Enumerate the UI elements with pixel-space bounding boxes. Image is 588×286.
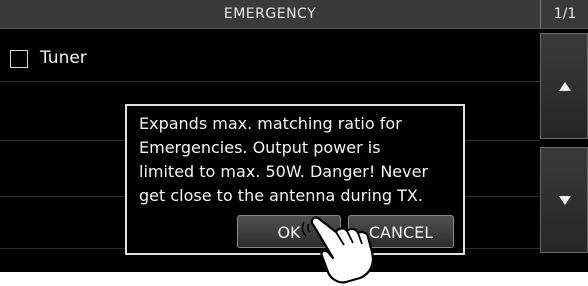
dialog-message: Expands max. matching ratio for Emergenc… xyxy=(139,112,457,208)
dialog-message-line: get close to the antenna during TX. xyxy=(139,186,423,205)
title-bar: EMERGENCY 1/1 xyxy=(0,0,588,29)
tuner-checkbox[interactable] xyxy=(10,50,28,68)
triangle-up-icon xyxy=(559,82,571,91)
list-item-tuner[interactable]: Tuner xyxy=(0,29,540,82)
dialog-message-line: limited to max. 50W. Danger! Never xyxy=(139,162,429,181)
confirm-dialog: Expands max. matching ratio for Emergenc… xyxy=(125,104,465,255)
dialog-message-line: Emergencies. Output power is xyxy=(139,138,381,157)
page-indicator: 1/1 xyxy=(540,0,588,28)
pointing-hand-icon xyxy=(301,216,374,284)
scroll-down-button[interactable] xyxy=(540,147,588,253)
triangle-down-icon xyxy=(559,196,571,205)
emergency-screen: EMERGENCY 1/1 Tuner Expands max. matchin… xyxy=(0,0,588,272)
tuner-label: Tuner xyxy=(40,48,87,68)
dialog-message-line: Expands max. matching ratio for xyxy=(139,114,402,133)
scroll-up-button[interactable] xyxy=(540,33,588,139)
screen-title: EMERGENCY xyxy=(223,6,317,22)
